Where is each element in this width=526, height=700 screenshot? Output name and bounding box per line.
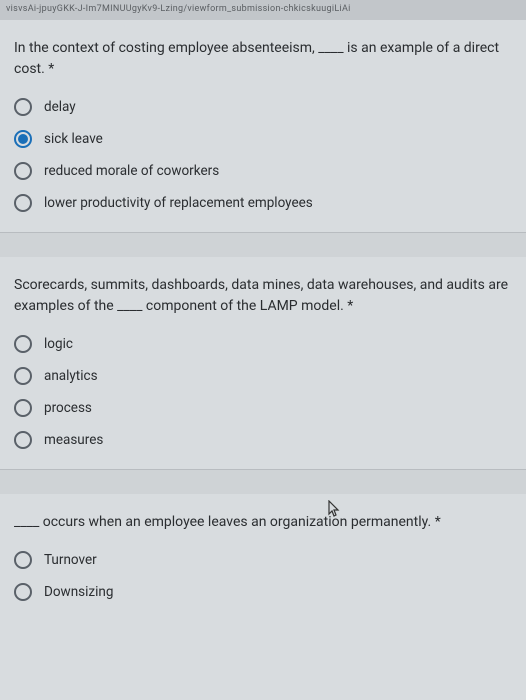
option-sick-leave[interactable]: sick leave <box>14 130 512 148</box>
radio-icon[interactable] <box>14 583 32 601</box>
question-text: ____ occurs when an employee leaves an o… <box>14 512 512 533</box>
options-group: Turnover Downsizing <box>14 551 512 601</box>
question-block-1: In the context of costing employee absen… <box>0 20 526 233</box>
option-analytics[interactable]: analytics <box>14 367 512 385</box>
section-divider <box>0 233 526 257</box>
option-label: analytics <box>44 368 98 384</box>
radio-icon[interactable] <box>14 130 32 148</box>
question-block-3: ____ occurs when an employee leaves an o… <box>0 494 526 621</box>
option-logic[interactable]: logic <box>14 335 512 353</box>
option-reduced-morale[interactable]: reduced morale of coworkers <box>14 162 512 180</box>
radio-icon[interactable] <box>14 551 32 569</box>
radio-icon[interactable] <box>14 194 32 212</box>
radio-icon[interactable] <box>14 98 32 116</box>
radio-icon[interactable] <box>14 431 32 449</box>
option-delay[interactable]: delay <box>14 98 512 116</box>
section-divider <box>0 470 526 494</box>
question-text: In the context of costing employee absen… <box>14 38 512 80</box>
option-turnover[interactable]: Turnover <box>14 551 512 569</box>
option-label: delay <box>44 99 76 115</box>
radio-icon[interactable] <box>14 335 32 353</box>
option-label: lower productivity of replacement employ… <box>44 195 313 211</box>
question-block-2: Scorecards, summits, dashboards, data mi… <box>0 257 526 470</box>
option-label: Turnover <box>44 552 97 568</box>
option-label: sick leave <box>44 131 103 147</box>
option-label: Downsizing <box>44 584 113 600</box>
radio-icon[interactable] <box>14 367 32 385</box>
option-measures[interactable]: measures <box>14 431 512 449</box>
options-group: delay sick leave reduced morale of cowor… <box>14 98 512 212</box>
question-text: Scorecards, summits, dashboards, data mi… <box>14 275 512 317</box>
option-lower-productivity[interactable]: lower productivity of replacement employ… <box>14 194 512 212</box>
option-label: logic <box>44 336 73 352</box>
option-process[interactable]: process <box>14 399 512 417</box>
option-downsizing[interactable]: Downsizing <box>14 583 512 601</box>
options-group: logic analytics process measures <box>14 335 512 449</box>
radio-icon[interactable] <box>14 399 32 417</box>
url-bar: visvsAi-jpuyGKK-J-Im7MINUUgyKv9-Lzing/vi… <box>0 0 526 20</box>
radio-icon[interactable] <box>14 162 32 180</box>
option-label: reduced morale of coworkers <box>44 163 219 179</box>
option-label: measures <box>44 432 103 448</box>
form-content: In the context of costing employee absen… <box>0 20 526 621</box>
option-label: process <box>44 400 92 416</box>
